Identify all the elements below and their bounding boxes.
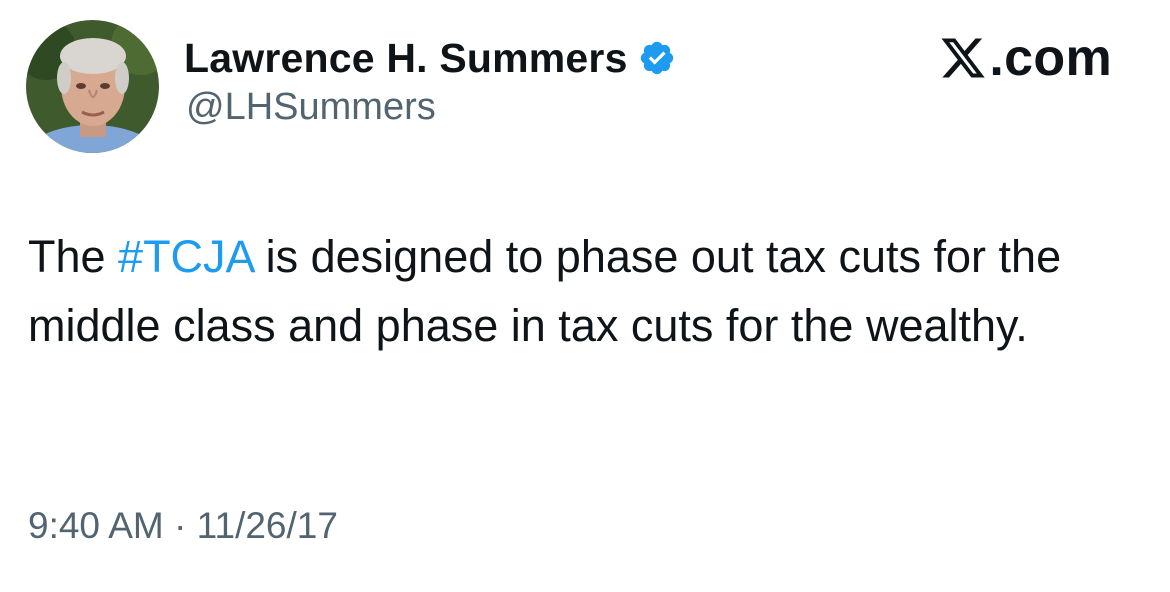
brand-watermark: .com [939,29,1112,87]
tweet-timestamp[interactable]: 9:40 AM · 11/26/17 [28,505,338,547]
tweet-card: Lawrence H. Summers @LHSummers .com The … [0,0,1170,592]
verified-badge-icon[interactable] [638,39,676,77]
tweet-time: 9:40 AM [28,505,164,546]
author-name-row: Lawrence H. Summers [184,30,676,86]
avatar-photo [26,20,159,153]
hashtag-link[interactable]: #TCJA [118,231,253,282]
timestamp-separator: · [163,505,197,546]
x-logo-icon [939,34,987,82]
author-avatar[interactable] [26,20,159,153]
author-display-name[interactable]: Lawrence H. Summers [184,35,628,82]
tweet-text-before: The [28,231,119,282]
tweet-body: The #TCJA is designed to phase out tax c… [28,222,1138,360]
brand-domain-suffix: .com [989,29,1112,87]
author-handle[interactable]: @LHSummers [186,86,436,129]
tweet-date: 11/26/17 [196,505,338,546]
